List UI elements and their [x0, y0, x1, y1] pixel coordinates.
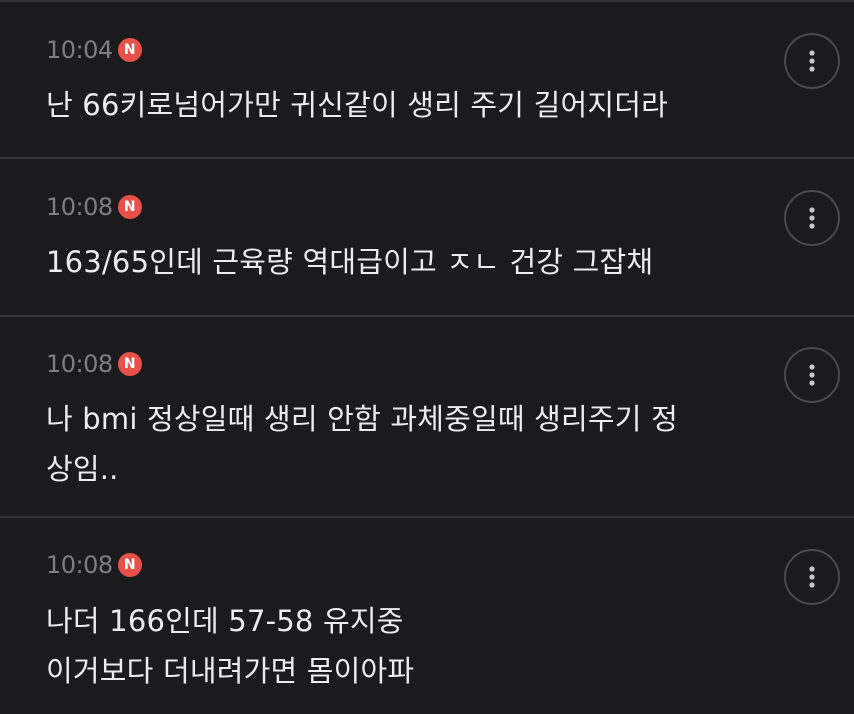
comment-time: 10:08 — [46, 350, 113, 378]
comment-item: 10:08 N 나 bmi 정상일때 생리 안함 과체중일때 생리주기 정 상임… — [0, 317, 854, 517]
more-options-button[interactable] — [784, 347, 840, 403]
comment-meta: 10:08 N — [46, 193, 142, 221]
comment-item: 10:08 N 163/65인데 근육량 역대급이고 ㅈㄴ 건강 그잡채 — [0, 159, 854, 316]
comment-body: 나더 166인데 57-58 유지중 이거보다 더내려가면 몸이아파 — [46, 596, 758, 696]
comment-time: 10:08 — [46, 551, 113, 579]
new-badge: N — [117, 195, 142, 219]
comment-body: 난 66키로넘어가만 귀신같이 생리 주기 길어지더라 — [46, 80, 758, 130]
more-options-button[interactable] — [784, 190, 840, 246]
comment-body: 나 bmi 정상일때 생리 안함 과체중일때 생리주기 정 상임.. — [46, 394, 758, 494]
comment-line: 상임.. — [46, 452, 119, 486]
vertical-ellipsis-icon — [809, 364, 815, 386]
comment-line: 나더 166인데 57-58 유지중 — [46, 604, 404, 638]
more-options-button[interactable] — [784, 549, 840, 605]
comment-item: 10:04 N 난 66키로넘어가만 귀신같이 생리 주기 길어지더라 — [0, 0, 854, 158]
comment-line: 난 66키로넘어가만 귀신같이 생리 주기 길어지더라 — [46, 88, 668, 122]
comment-meta: 10:08 N — [46, 551, 142, 579]
comment-item: 10:08 N 나더 166인데 57-58 유지중 이거보다 더내려가면 몸이… — [0, 518, 854, 714]
more-options-button[interactable] — [784, 33, 840, 89]
new-badge: N — [117, 352, 142, 376]
vertical-ellipsis-icon — [809, 207, 815, 229]
comment-meta: 10:08 N — [46, 350, 142, 378]
comment-body: 163/65인데 근육량 역대급이고 ㅈㄴ 건강 그잡채 — [46, 237, 758, 287]
comment-time: 10:08 — [46, 193, 113, 221]
vertical-ellipsis-icon — [809, 50, 815, 72]
comment-list: 10:04 N 난 66키로넘어가만 귀신같이 생리 주기 길어지더라 10:0… — [0, 0, 854, 714]
new-badge: N — [117, 38, 142, 62]
comment-line: 이거보다 더내려가면 몸이아파 — [46, 654, 415, 688]
new-badge: N — [117, 553, 142, 577]
comment-time: 10:04 — [46, 36, 113, 64]
comment-line: 163/65인데 근육량 역대급이고 ㅈㄴ 건강 그잡채 — [46, 245, 654, 279]
comment-line: 나 bmi 정상일때 생리 안함 과체중일때 생리주기 정 — [46, 402, 678, 436]
vertical-ellipsis-icon — [809, 566, 815, 588]
comment-meta: 10:04 N — [46, 36, 142, 64]
